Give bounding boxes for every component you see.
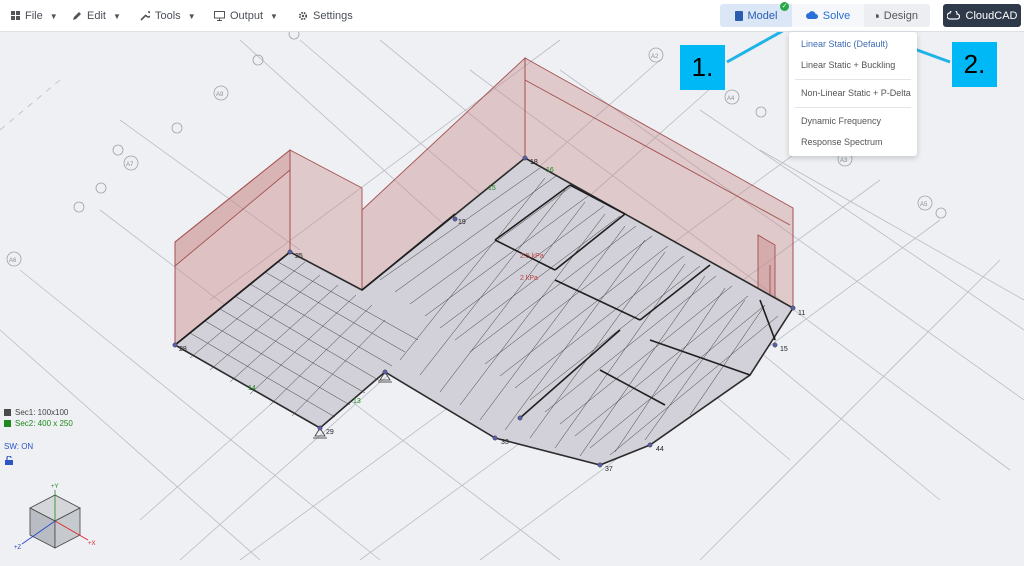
settings-menu-label: Settings [313,10,353,22]
legend-swatch [4,420,11,427]
tab-model-label: Model [747,9,778,22]
grid-label-a6: A6 [9,258,17,264]
chevron-down-icon: ▼ [112,11,121,21]
grid-label-a5: A5 [920,202,928,208]
chevron-down-icon: ▼ [270,11,278,21]
tools-menu-label: Tools [155,10,181,22]
top-bar: File ▼ Edit ▼ Tools ▼ Output ▼ Settings … [0,0,1024,32]
solve-dropdown: Linear Static (Default) Linear Static + … [789,32,917,156]
book-icon [734,10,743,21]
svg-text:29: 29 [326,429,334,436]
self-weight-status: SW: ON [4,442,34,451]
menu-divider [795,107,911,108]
svg-text:13: 13 [353,398,361,405]
legend-row-sec1: Sec1: 100x100 [4,407,73,418]
gear-icon [298,11,308,21]
cloud-icon [805,11,818,19]
wrench-icon [140,11,150,21]
svg-text:28: 28 [179,346,187,353]
svg-text:11: 11 [798,310,805,317]
view-cube[interactable]: +Y +X +Z [14,484,96,551]
cloudcad-label: CloudCAD [965,9,1018,22]
svg-text:2 kPa: 2 kPa [520,275,538,282]
tools-menu[interactable]: Tools ▼ [140,0,196,32]
cloudcad-button[interactable]: CloudCAD [943,4,1021,27]
settings-menu[interactable]: Settings [298,0,353,32]
svg-text:15: 15 [780,346,788,353]
unlock-icon[interactable] [5,456,13,465]
legend-sec1-label: Sec1: 100x100 [15,408,69,417]
svg-text:16: 16 [546,167,554,174]
chevron-down-icon: ▼ [49,11,58,21]
tab-solve-label: Solve [822,9,851,22]
legend-row-sec2: Sec2: 400 x 250 [4,418,73,429]
grid-label-a9: A9 [216,92,224,98]
menu-item-linear-static[interactable]: Linear Static (Default) [789,34,917,55]
svg-text:33: 33 [501,439,509,446]
menu-item-linear-static-buckling[interactable]: Linear Static + Buckling [789,55,917,76]
file-icon [11,11,20,20]
axis-y-label: +Y [51,484,59,490]
tab-design-label: Design [883,9,918,22]
svg-text:14: 14 [248,385,256,392]
document-icon [876,13,879,18]
pencil-icon [73,12,81,20]
section-legend: Sec1: 100x100 Sec2: 400 x 250 [4,407,73,429]
edit-menu-label: Edit [87,10,106,22]
output-menu-label: Output [230,10,264,22]
edit-menu[interactable]: Edit ▼ [72,0,121,32]
svg-text:2.5 kPa: 2.5 kPa [520,253,544,260]
svg-text:19: 19 [458,219,466,226]
legend-sec2-label: Sec2: 400 x 250 [15,419,73,428]
monitor-icon [214,11,225,21]
menu-item-response-spectrum[interactable]: Response Spectrum [789,132,917,153]
legend-swatch [4,409,11,416]
axis-x-label: +X [88,541,96,547]
svg-text:37: 37 [605,466,613,473]
output-menu[interactable]: Output ▼ [214,0,278,32]
tab-solve[interactable]: Solve [792,4,864,27]
svg-text:44: 44 [656,446,664,453]
axis-z-label: +Z [14,545,22,551]
file-menu-label: File [25,10,43,22]
grid-label-a4: A4 [727,96,735,102]
chevron-down-icon: ▼ [187,11,196,21]
callout-step-2: 2. [952,42,997,87]
file-menu[interactable]: File ▼ [11,0,58,32]
grid-label-a3: A3 [840,158,848,164]
grid-label-a2: A2 [651,54,659,60]
check-icon: ✓ [780,2,789,11]
tab-model[interactable]: Model ✓ [720,2,792,27]
mode-tabs: Model ✓ Solve Design [720,2,930,27]
menu-item-nonlinear-pdelta[interactable]: Non-Linear Static + P-Delta [789,83,917,104]
callout-step-1: 1. [680,45,725,90]
menu-divider [795,79,911,80]
svg-text:15: 15 [488,185,496,192]
cloudcad-logo-icon [946,11,960,20]
svg-text:18: 18 [530,159,538,166]
tab-design[interactable]: Design [864,4,930,27]
grid-label-a7: A7 [126,162,134,168]
svg-text:25: 25 [295,253,303,260]
menu-item-dynamic-frequency[interactable]: Dynamic Frequency [789,111,917,132]
